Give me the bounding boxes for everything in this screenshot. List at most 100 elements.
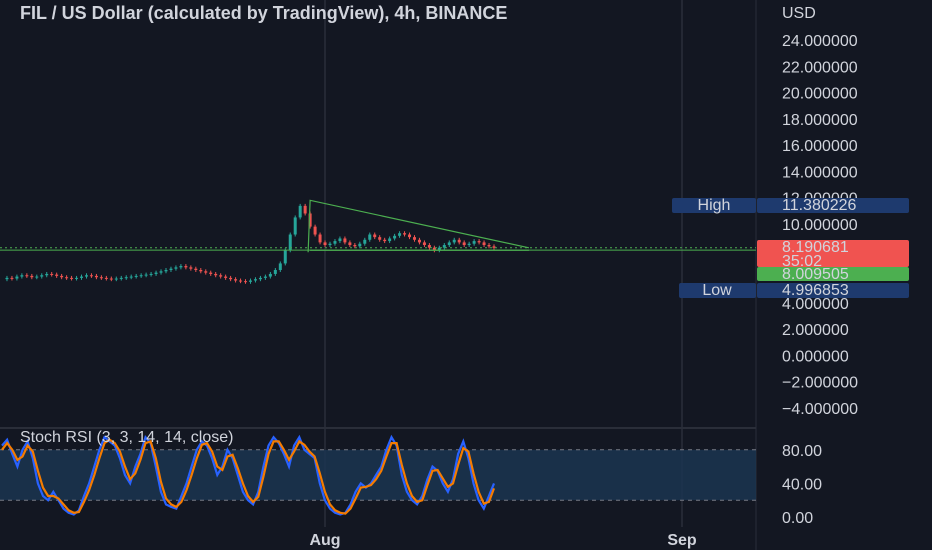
candle-body (224, 276, 228, 278)
candle-body (129, 276, 133, 278)
candle-body (80, 276, 84, 278)
candle-body (35, 276, 39, 278)
candle-body (278, 263, 282, 270)
candle-body (383, 239, 387, 242)
low-value: 4.996853 (782, 282, 849, 299)
ref-price: 8.009505 (782, 266, 849, 283)
candle-body (144, 274, 148, 276)
candle-body (358, 243, 362, 247)
candle-body (477, 241, 481, 243)
low-label: Low (702, 282, 732, 299)
candle-body (467, 243, 471, 246)
candle-body (229, 277, 233, 280)
candle-body (248, 280, 252, 282)
price-tick-label: −4.000000 (782, 401, 858, 418)
candle-body (119, 277, 123, 279)
high-value: 11.380226 (782, 197, 857, 214)
price-axis[interactable]: 24.000000 22.000000 20.000000 18.000000 16.0… (782, 33, 858, 418)
candle-body (114, 278, 118, 280)
candle-body (159, 271, 163, 273)
candle-body (164, 270, 168, 272)
price-tick-label: −2.000000 (782, 375, 858, 392)
candle-body (234, 279, 238, 281)
price-tick-label: 18.000000 (782, 112, 858, 129)
candle-body (149, 273, 153, 275)
candle-body (472, 241, 476, 244)
price-tick-label: 20.000000 (782, 86, 858, 103)
candle-body (94, 275, 98, 278)
low-marker: Low 4.996853 (679, 282, 909, 299)
candle-body (174, 267, 178, 269)
candle-body (427, 245, 431, 248)
candle-body (104, 277, 108, 279)
candle-body (318, 234, 322, 243)
candle-body (124, 277, 128, 279)
candle-body (487, 245, 491, 247)
candle-body (263, 276, 267, 278)
chart-canvas[interactable]: FIL / US Dollar (calculated by TradingVi… (0, 0, 932, 550)
candle-body (303, 205, 307, 214)
tradingview-chart[interactable]: FIL / US Dollar (calculated by TradingVi… (0, 0, 932, 550)
candle-body (417, 239, 421, 243)
price-tick-label: 24.000000 (782, 33, 858, 50)
candle-body (298, 205, 302, 218)
candle-body (353, 245, 357, 247)
candle-body (403, 233, 407, 235)
candle-body (258, 277, 262, 280)
title-left-mask (0, 0, 12, 20)
candle-body (20, 275, 24, 277)
candle-body (194, 268, 198, 270)
candle-body (169, 268, 173, 270)
candle-body (50, 273, 54, 275)
candle-body (139, 275, 143, 277)
candle-body (199, 270, 203, 272)
candle-body (15, 276, 19, 279)
candle-body (134, 275, 138, 277)
candle-body (323, 242, 327, 246)
candle-body (30, 275, 34, 278)
price-tick-label: 0.000000 (782, 348, 849, 365)
candle-body (338, 238, 342, 242)
candle-body (70, 277, 74, 279)
candle-body (179, 266, 183, 268)
time-label-sep: Sep (667, 532, 697, 549)
candle-body (422, 242, 426, 246)
candle-body (184, 266, 188, 268)
candle-body (154, 272, 158, 274)
candle-body (204, 271, 208, 273)
candle-body (368, 234, 372, 240)
candle-body (457, 239, 461, 243)
candle-body (253, 279, 257, 281)
candle-body (75, 277, 79, 279)
high-marker: High 11.380226 (672, 197, 909, 214)
price-tick-label: 22.000000 (782, 59, 858, 76)
stoch-title[interactable]: Stoch RSI (3, 3, 14, 14, close) (20, 429, 233, 446)
price-tick-label: 14.000000 (782, 164, 858, 181)
candle-body (40, 275, 44, 277)
candle-body (268, 273, 272, 277)
candle-body (109, 278, 113, 280)
price-tick-label: 16.000000 (782, 138, 858, 155)
last-price-marker: 8.190681 35:02 8.009505 (757, 239, 909, 283)
currency-label[interactable]: USD (782, 5, 816, 22)
candle-body (89, 275, 93, 277)
candle-body (442, 245, 446, 248)
price-tick-label: 10.000000 (782, 217, 858, 234)
candle-body (84, 275, 88, 277)
candle-body (412, 237, 416, 240)
candle-body (293, 217, 297, 235)
candle-body (5, 277, 9, 280)
candle-body (60, 275, 64, 278)
candle-body (313, 226, 317, 235)
candle-body (209, 272, 213, 274)
candle-body (214, 273, 218, 276)
candle-body (462, 242, 466, 246)
stoch-tick-label: 40.00 (782, 476, 822, 493)
candle-body (348, 242, 352, 246)
candle-body (452, 239, 456, 243)
candle-body (99, 277, 103, 279)
candle-body (393, 235, 397, 239)
candle-body (239, 280, 243, 282)
candle-body (244, 281, 248, 283)
candle-body (343, 238, 347, 243)
